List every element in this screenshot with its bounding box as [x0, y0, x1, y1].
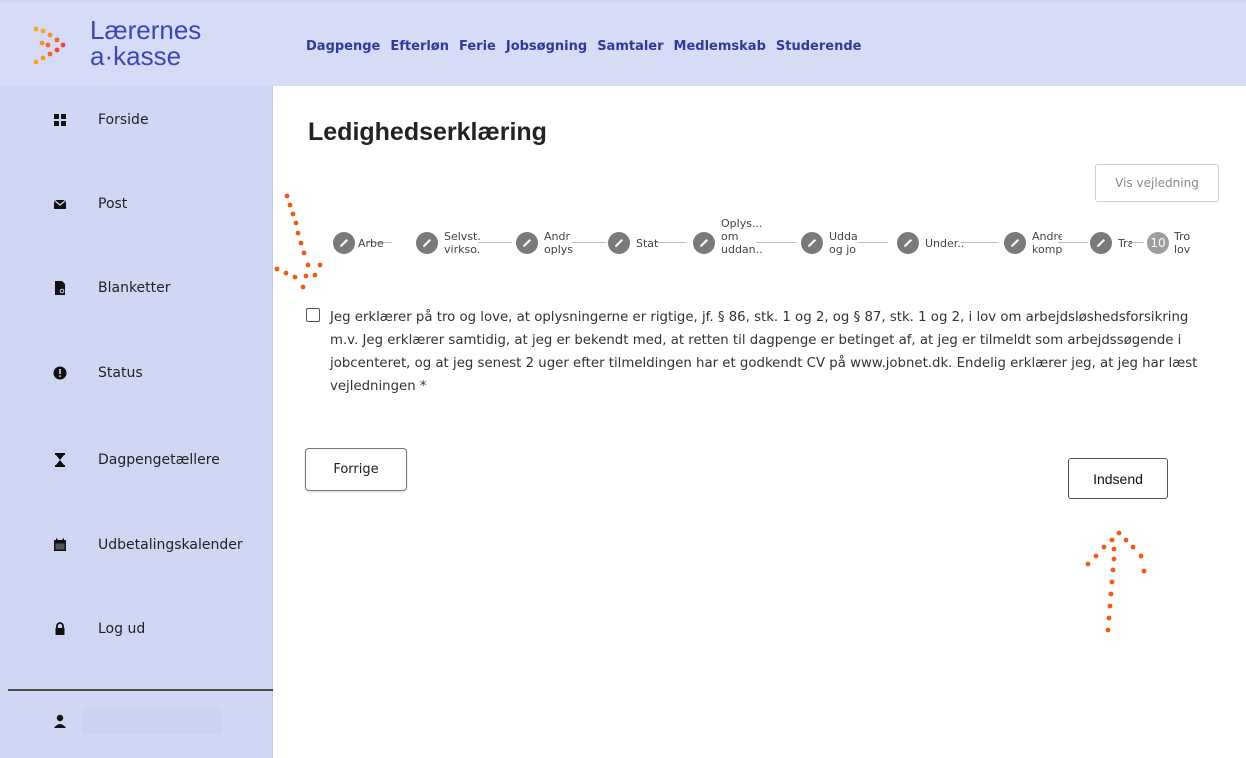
sidebar-item-log-ud[interactable]: Log ud [52, 617, 145, 641]
step-connector [858, 242, 888, 243]
sidebar: Forside Post Blanketter Status Dagpenget… [0, 86, 273, 758]
pencil-icon [904, 239, 912, 247]
nav-samtaler[interactable]: Samtaler [597, 39, 663, 54]
logo[interactable]: Lærernes a·kasse [30, 17, 230, 77]
page-title: Ledighedserklæring [308, 118, 547, 146]
step-2-label: Selvst. virkso. [444, 230, 481, 256]
main-nav: Dagpenge Efterløn Ferie Jobsøgning Samta… [306, 39, 871, 54]
sidebar-item-label: Post [98, 196, 128, 212]
show-guide-button[interactable]: Vis vejledning [1095, 164, 1219, 202]
sidebar-item-label: Udbetalingskalender [98, 537, 243, 553]
pencil-icon [423, 239, 431, 247]
top-header: Lærernes a·kasse Dagpenge Efterløn Ferie… [0, 0, 1246, 86]
sidebar-item-label: Blanketter [98, 280, 171, 296]
sidebar-item-label: Status [98, 365, 143, 381]
nav-medlemskab[interactable]: Medlemskab [674, 39, 766, 54]
step-7[interactable] [897, 232, 919, 254]
user-name-field [82, 708, 222, 734]
submit-button[interactable]: Indsend [1068, 458, 1168, 499]
hourglass-icon [55, 453, 65, 467]
step-3[interactable] [516, 232, 538, 254]
nav-ferie[interactable]: Ferie [459, 39, 496, 54]
step-1-label: Arbe [358, 237, 384, 250]
logo-line-1: Lærernes [90, 15, 202, 45]
consent-checkbox[interactable] [306, 308, 320, 322]
user-profile[interactable] [52, 706, 228, 736]
step-6[interactable] [801, 232, 823, 254]
step-4[interactable] [608, 232, 630, 254]
user-icon [54, 714, 66, 728]
step-1[interactable] [333, 232, 355, 254]
sidebar-item-label: Dagpengetællere [98, 452, 220, 468]
step-3-label: Andr oplys [544, 230, 574, 256]
sidebar-item-status[interactable]: Status [52, 361, 143, 385]
step-5-label: Oplys... om uddan.. [721, 217, 763, 256]
sidebar-item-label: Forside [98, 112, 149, 128]
step-6-label: Udda og jo [829, 230, 858, 256]
envelope-icon [53, 199, 67, 209]
step-4-label: Stat: [636, 237, 658, 250]
lock-icon [55, 622, 65, 635]
pencil-icon [808, 239, 816, 247]
step-8[interactable] [1004, 232, 1026, 254]
step-connector [656, 242, 686, 243]
step-10-label: Tro lov [1174, 230, 1191, 256]
calendar-icon [54, 538, 66, 551]
pencil-icon [615, 239, 623, 247]
pencil-icon [700, 239, 708, 247]
sidebar-item-label: Log ud [98, 621, 146, 637]
logo-line-2: a·kasse [90, 41, 182, 71]
step-7-label: Under.. [925, 237, 965, 250]
sidebar-item-forside[interactable]: Forside [52, 108, 149, 132]
form-stepper: Arbe Selvst. virkso. Andr oplys Stat: Op… [300, 212, 1240, 272]
arrow-to-submit-icon [1085, 530, 1147, 633]
consent-text: Jeg erklærer på tro og love, at oplysnin… [330, 310, 1198, 394]
step-connector [572, 242, 606, 243]
step-10[interactable]: 10 [1147, 232, 1169, 254]
exclamation-circle-icon [53, 366, 67, 380]
logo-text: Lærernes a·kasse [90, 17, 201, 69]
pencil-icon [340, 239, 348, 247]
nav-efterloen[interactable]: Efterløn [390, 39, 449, 54]
pencil-icon [1097, 239, 1105, 247]
step-5[interactable] [693, 232, 715, 254]
step-9-label: Tra [1118, 237, 1132, 250]
step-9[interactable] [1090, 232, 1112, 254]
sidebar-item-udbetalingskalender[interactable]: Udbetalingskalender [52, 533, 243, 557]
logo-dots-icon [33, 26, 66, 65]
previous-button[interactable]: Forrige [305, 448, 407, 491]
nav-studerende[interactable]: Studerende [776, 39, 862, 54]
sidebar-item-post[interactable]: Post [52, 192, 127, 216]
step-connector [1058, 242, 1088, 243]
pencil-icon [1011, 239, 1019, 247]
step-8-label: Andre komp [1032, 230, 1062, 256]
nav-jobsoegning[interactable]: Jobsøgning [506, 39, 587, 54]
sidebar-item-dagpengetaellere[interactable]: Dagpengetællere [52, 448, 220, 472]
step-2[interactable] [416, 232, 438, 254]
pencil-icon [523, 239, 531, 247]
nav-dagpenge[interactable]: Dagpenge [306, 39, 380, 54]
grid-icon [54, 114, 66, 126]
sidebar-item-blanketter[interactable]: Blanketter [52, 276, 171, 300]
sidebar-divider [8, 689, 273, 691]
form-search-icon [55, 281, 65, 295]
